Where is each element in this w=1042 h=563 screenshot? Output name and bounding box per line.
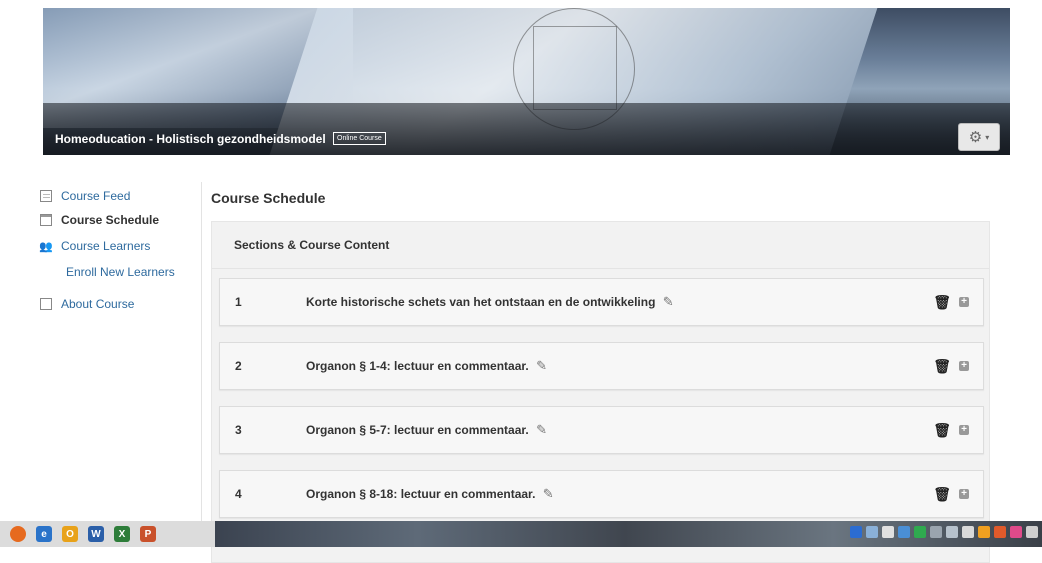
section-title: Organon § 5-7: lectuur en commentaar. ✎: [306, 422, 933, 438]
section-title: Korte historische schets van het ontstaa…: [306, 294, 933, 310]
edit-pencil-icon[interactable]: ✎: [543, 486, 554, 501]
section-title-text: Organon § 5-7: lectuur en commentaar.: [306, 423, 529, 437]
course-sidebar: Course Feed Course Schedule 👥 Course Lea…: [39, 185, 200, 325]
sections-panel-title: Sections & Course Content: [212, 222, 989, 269]
system-tray: [850, 526, 1038, 538]
sidebar-item-course-feed[interactable]: Course Feed: [40, 185, 200, 207]
sidebar-divider: [201, 182, 202, 522]
section-actions: 🗑 +: [933, 422, 983, 439]
tray-app-icon[interactable]: [946, 526, 958, 538]
trash-icon[interactable]: 🗑: [933, 422, 951, 439]
schedule-icon: [40, 214, 52, 226]
sidebar-item-label: About Course: [61, 297, 135, 311]
section-title-text: Korte historische schets van het ontstaa…: [306, 295, 656, 309]
word-icon[interactable]: W: [88, 526, 104, 542]
tray-misc-icon[interactable]: [1010, 526, 1022, 538]
excel-icon[interactable]: X: [114, 526, 130, 542]
section-title-text: Organon § 1-4: lectuur en commentaar.: [306, 359, 529, 373]
gear-icon: ⚙: [968, 129, 983, 146]
learners-icon: 👥: [39, 240, 53, 253]
os-taskbar: e O W X P: [0, 521, 1042, 547]
course-banner: Homeoducation - Holistisch gezondheidsmo…: [43, 8, 1010, 155]
sidebar-item-about-course[interactable]: About Course: [40, 293, 200, 315]
course-schedule-main: Course Schedule Sections & Course Conten…: [211, 190, 990, 563]
page-title: Course Schedule: [211, 190, 326, 206]
expand-plus-icon[interactable]: +: [959, 297, 969, 307]
course-title: Homeoducation - Holistisch gezondheidsmo…: [55, 132, 386, 146]
ie-icon[interactable]: e: [36, 526, 52, 542]
trash-icon[interactable]: 🗑: [933, 486, 951, 503]
section-actions: 🗑 +: [933, 358, 983, 375]
section-actions: 🗑 +: [933, 486, 983, 503]
sections-panel: Sections & Course Content 1 Korte histor…: [211, 221, 990, 563]
section-row[interactable]: 1 Korte historische schets van het ontst…: [219, 278, 984, 326]
course-settings-button[interactable]: ⚙ ▾: [958, 123, 1000, 151]
expand-plus-icon[interactable]: +: [959, 489, 969, 499]
tray-flag-icon[interactable]: [882, 526, 894, 538]
edit-pencil-icon[interactable]: ✎: [663, 294, 674, 309]
section-number: 3: [235, 423, 242, 437]
tray-sync-icon[interactable]: [914, 526, 926, 538]
section-title: Organon § 8-18: lectuur en commentaar. ✎: [306, 486, 933, 502]
about-icon: [40, 298, 52, 310]
sidebar-item-label: Course Learners: [61, 239, 151, 253]
banner-overlay: [43, 103, 1010, 155]
section-number: 4: [235, 487, 242, 501]
banner-vitruvian-square: [533, 26, 617, 110]
course-title-text: Homeoducation - Holistisch gezondheidsmo…: [55, 132, 326, 146]
online-course-badge: Online Course: [333, 132, 386, 145]
sidebar-item-label: Course Feed: [61, 189, 131, 203]
section-title: Organon § 1-4: lectuur en commentaar. ✎: [306, 358, 933, 374]
tray-pin-icon[interactable]: [962, 526, 974, 538]
tray-word-icon[interactable]: [850, 526, 862, 538]
firefox-icon[interactable]: [10, 526, 26, 542]
trash-icon[interactable]: 🗑: [933, 358, 951, 375]
chevron-down-icon: ▾: [985, 132, 990, 142]
tray-network-icon[interactable]: [866, 526, 878, 538]
powerpoint-icon[interactable]: P: [140, 526, 156, 542]
sidebar-item-label: Course Schedule: [61, 213, 160, 227]
sidebar-item-course-schedule[interactable]: Course Schedule: [40, 209, 200, 231]
section-actions: 🗑 +: [933, 294, 983, 311]
sidebar-item-enroll-new-learners[interactable]: Enroll New Learners: [40, 261, 200, 283]
tray-volume-icon[interactable]: [1026, 526, 1038, 538]
section-row[interactable]: 4 Organon § 8-18: lectuur en commentaar.…: [219, 470, 984, 518]
outlook-icon[interactable]: O: [62, 526, 78, 542]
expand-plus-icon[interactable]: +: [959, 361, 969, 371]
tray-user-icon[interactable]: [898, 526, 910, 538]
section-title-text: Organon § 8-18: lectuur en commentaar.: [306, 487, 536, 501]
tray-update-icon[interactable]: [978, 526, 990, 538]
expand-plus-icon[interactable]: +: [959, 425, 969, 435]
trash-icon[interactable]: 🗑: [933, 294, 951, 311]
section-number: 1: [235, 295, 242, 309]
sidebar-item-course-learners[interactable]: 👥 Course Learners: [39, 235, 200, 257]
section-row[interactable]: 2 Organon § 1-4: lectuur en commentaar. …: [219, 342, 984, 390]
sidebar-item-label: Enroll New Learners: [66, 265, 175, 279]
edit-pencil-icon[interactable]: ✎: [536, 358, 547, 373]
tray-security-icon[interactable]: [994, 526, 1006, 538]
section-number: 2: [235, 359, 242, 373]
edit-pencil-icon[interactable]: ✎: [536, 422, 547, 437]
tray-display-icon[interactable]: [930, 526, 942, 538]
feed-icon: [40, 190, 52, 202]
section-row[interactable]: 3 Organon § 5-7: lectuur en commentaar. …: [219, 406, 984, 454]
